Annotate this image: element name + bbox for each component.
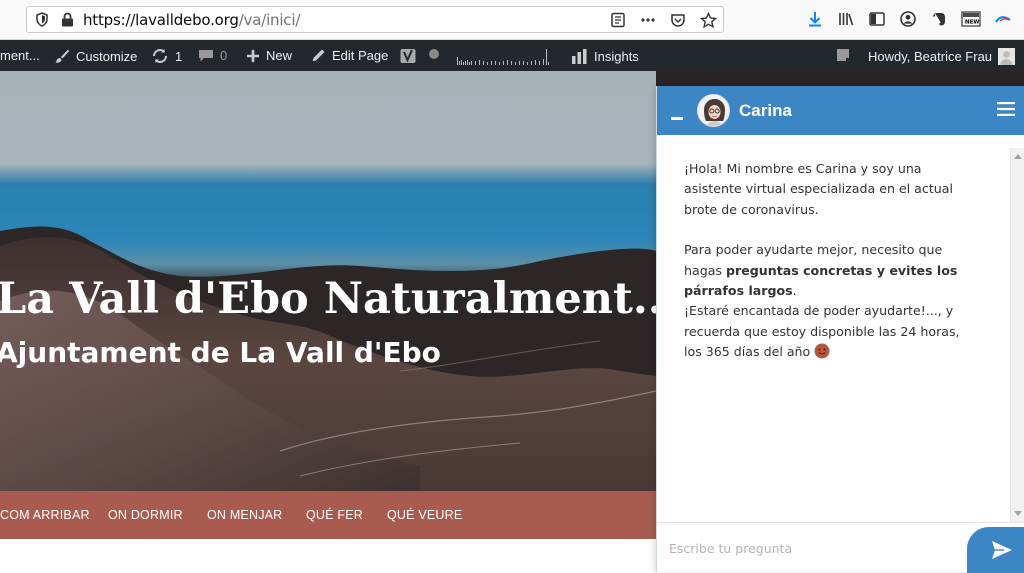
- chat-messages: ¡Hola! Mi nombre es Carina y soy una asi…: [657, 135, 1009, 520]
- evernote-icon[interactable]: [930, 10, 948, 28]
- chat-message-greeting: ¡Hola! Mi nombre es Carina y soy una asi…: [684, 161, 953, 217]
- nav-item-on-dormir[interactable]: ON DORMIR: [108, 508, 183, 522]
- page-actions-icon[interactable]: [640, 12, 656, 28]
- chat-scrollbar[interactable]: [1010, 148, 1024, 522]
- sidebar-icon[interactable]: [868, 10, 886, 28]
- chat-widget: Carina ¡Hola! Mi nombre es Carina y soy …: [656, 86, 1024, 573]
- downloads-icon[interactable]: [806, 10, 824, 28]
- chat-question-input[interactable]: [669, 537, 949, 559]
- wp-admin-bar: ment... Customize 1 0 New Edit Page Insi…: [0, 40, 1024, 71]
- user-avatar-icon: [998, 48, 1016, 65]
- update-refresh-icon: [153, 49, 167, 63]
- adminbar-stats-sparkline[interactable]: [457, 45, 551, 65]
- scroll-up-icon[interactable]: [1014, 154, 1022, 159]
- address-bar[interactable]: https://lavalldebo.org/va/inici/: [26, 6, 724, 33]
- nav-item-on-menjar[interactable]: ON MENJAR: [207, 508, 282, 522]
- adminbar-customize[interactable]: Customize: [54, 48, 137, 64]
- adminbar-yoast[interactable]: [400, 48, 418, 64]
- adminbar-new[interactable]: New: [246, 48, 292, 63]
- seo-status-dot-icon: [429, 49, 439, 59]
- adminbar-comments[interactable]: 0: [198, 48, 227, 63]
- adminbar-account[interactable]: Howdy, Beatrice Frau: [868, 48, 1016, 65]
- lock-icon[interactable]: [61, 12, 74, 27]
- pencil-icon: [312, 49, 325, 62]
- comment-bubble-icon: [199, 50, 213, 62]
- notification-note-icon: [837, 49, 849, 61]
- new-tab-news-icon[interactable]: NEW: [961, 10, 981, 28]
- bookmark-star-icon[interactable]: [700, 11, 717, 29]
- chat-composer: [657, 522, 1024, 573]
- send-arrow-icon: [992, 541, 1012, 559]
- extension-swoosh-icon[interactable]: [994, 10, 1012, 28]
- adminbar-edit-page[interactable]: Edit Page: [311, 48, 388, 63]
- hero-subtitle: Ajuntament de La Vall d'Ebo: [0, 336, 441, 369]
- svg-text:NEW: NEW: [965, 19, 979, 25]
- hamburger-menu-icon[interactable]: [997, 102, 1015, 116]
- chat-message-bubble: ¡Hola! Mi nombre es Carina y soy una asi…: [684, 159, 974, 363]
- adminbar-notes[interactable]: [836, 48, 850, 62]
- library-icon[interactable]: [837, 10, 855, 28]
- url-text[interactable]: https://lavalldebo.org/va/inici/: [83, 11, 300, 29]
- adminbar-insights[interactable]: Insights: [571, 48, 639, 64]
- smiling-emoji-icon: [814, 343, 830, 359]
- nav-item-com-arribar[interactable]: COM ARRIBAR: [0, 508, 90, 522]
- adminbar-site-name[interactable]: ment...: [0, 48, 40, 63]
- chat-message-availability: ¡Estaré encantada de poder ayudarte!...,…: [684, 303, 960, 360]
- adminbar-status-dot[interactable]: [428, 48, 440, 60]
- send-button[interactable]: [967, 527, 1024, 573]
- minimize-icon[interactable]: [671, 117, 683, 120]
- plus-icon: [247, 49, 259, 62]
- chat-agent-name: Carina: [739, 101, 792, 120]
- chat-agent-avatar: [697, 94, 730, 127]
- account-icon[interactable]: [899, 10, 917, 28]
- agent-portrait-icon: [698, 95, 729, 126]
- chat-header: Carina: [657, 86, 1024, 135]
- nav-item-que-veure[interactable]: QUÉ VEURE: [387, 508, 462, 522]
- bar-chart-icon: [572, 49, 587, 64]
- adminbar-updates[interactable]: 1: [151, 48, 182, 64]
- tracking-protection-icon[interactable]: [36, 12, 48, 27]
- chat-message-instructions: Para poder ayudarte mejor, necesito que …: [684, 242, 958, 299]
- scroll-down-icon[interactable]: [1014, 511, 1022, 516]
- reader-view-icon[interactable]: [610, 12, 626, 28]
- paintbrush-icon: [55, 49, 69, 63]
- browser-toolbar: https://lavalldebo.org/va/inici/ NEW: [0, 0, 1024, 40]
- stats-sparkline-icon: [457, 49, 549, 65]
- yoast-seo-icon: [400, 49, 416, 63]
- nav-item-que-fer[interactable]: QUÉ FER: [306, 508, 363, 522]
- hero-title: La Vall d'Ebo Naturalment...: [0, 274, 678, 324]
- pocket-icon[interactable]: [670, 12, 686, 28]
